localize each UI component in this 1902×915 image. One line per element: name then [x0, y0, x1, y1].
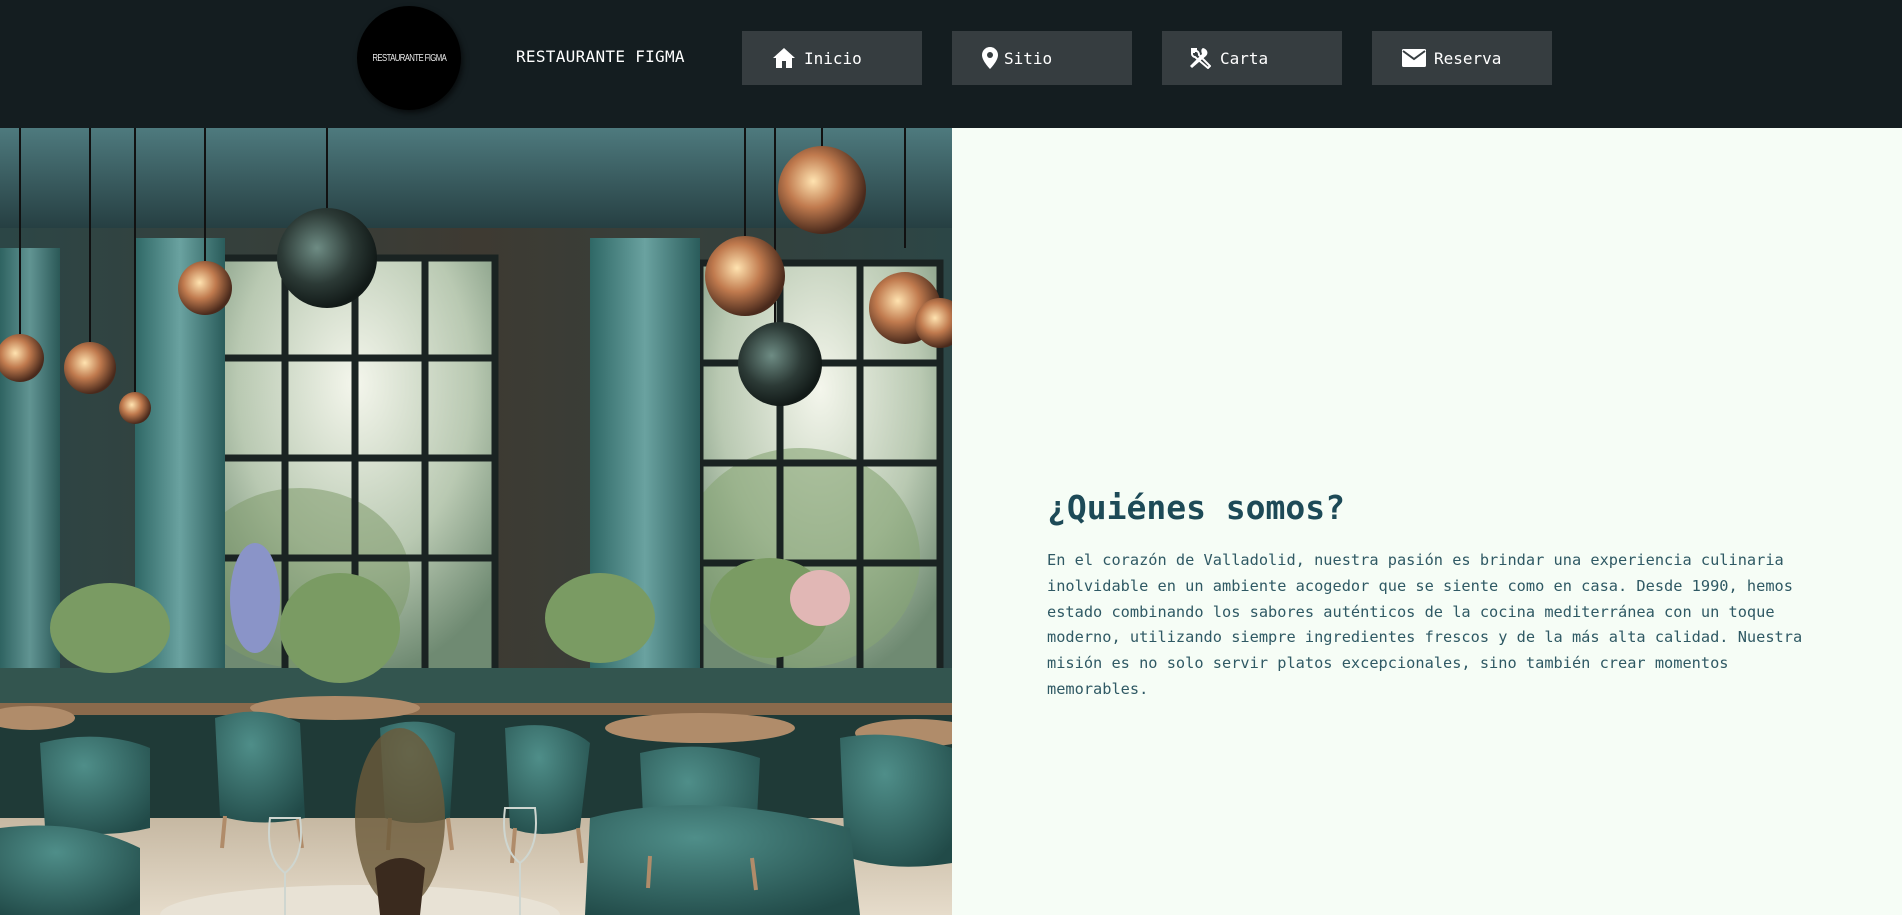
- mail-icon: [1402, 46, 1426, 70]
- about-section: ¿Quiénes somos? En el corazón de Vallado…: [952, 128, 1902, 915]
- nav-label-reserva: Reserva: [1434, 49, 1502, 68]
- brand-name[interactable]: RESTAURANTE FIGMA: [516, 47, 685, 66]
- logo-text: RESTAURANTE FIGMA: [372, 52, 446, 64]
- nav-button-inicio[interactable]: Inicio: [742, 31, 922, 85]
- location-pin-icon: [978, 46, 1002, 70]
- nav-label-inicio: Inicio: [804, 49, 862, 68]
- nav-button-carta[interactable]: Carta: [1162, 31, 1342, 85]
- restaurant-interior-image: [0, 128, 952, 915]
- nav-button-reserva[interactable]: Reserva: [1372, 31, 1552, 85]
- cutlery-icon: [1188, 46, 1212, 70]
- restaurant-logo[interactable]: RESTAURANTE FIGMA: [357, 6, 461, 110]
- nav-label-sitio: Sitio: [1004, 49, 1053, 68]
- about-description: En el corazón de Valladolid, nuestra pas…: [1047, 551, 1803, 698]
- nav-label-carta: Carta: [1220, 49, 1269, 68]
- top-navigation-bar: RESTAURANTE FIGMA RESTAURANTE FIGMA Inic…: [0, 0, 1902, 128]
- nav-button-sitio[interactable]: Sitio: [952, 31, 1132, 85]
- home-icon: [772, 46, 796, 70]
- about-title: ¿Quiénes somos?: [1047, 488, 1346, 527]
